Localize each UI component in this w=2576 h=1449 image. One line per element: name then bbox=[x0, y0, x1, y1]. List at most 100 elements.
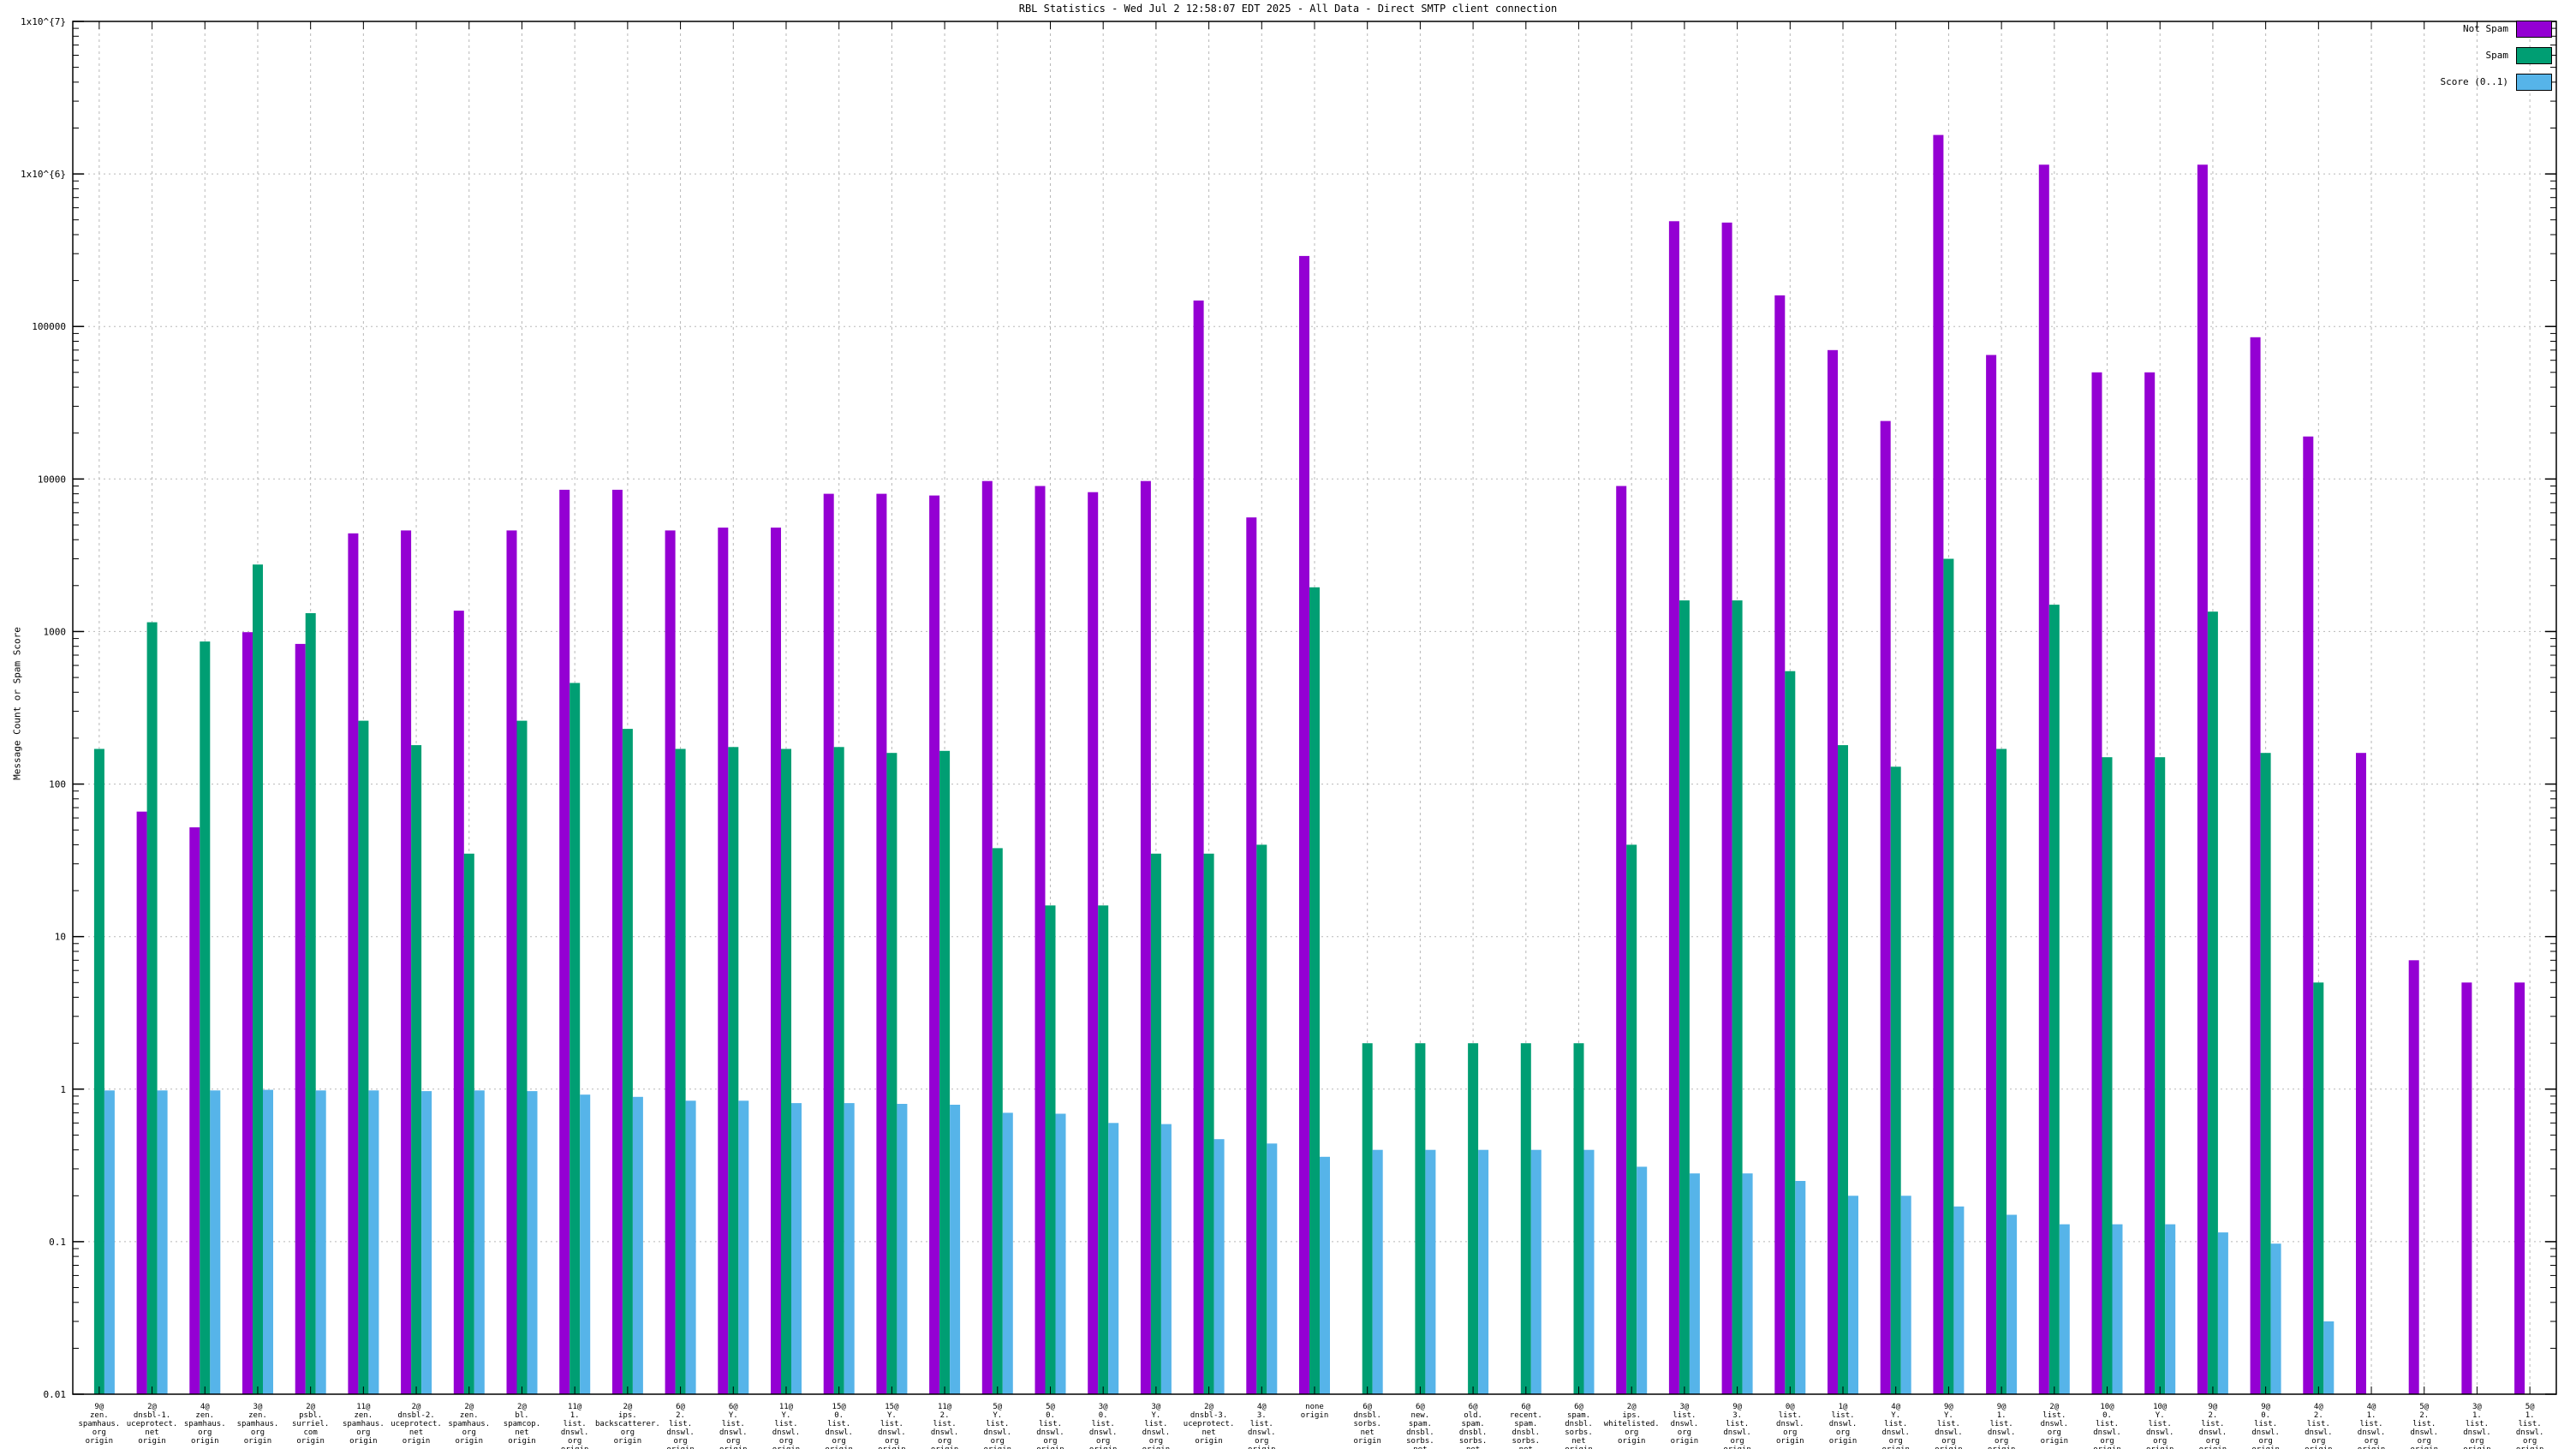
x-tick-label: dnswl. bbox=[666, 1428, 695, 1437]
x-tick-label: origin bbox=[2516, 1446, 2544, 1449]
x-tick-label: dnswl. bbox=[1723, 1428, 1751, 1437]
bar-not-spam bbox=[1774, 295, 1785, 1394]
x-tick-label: spamhaus. bbox=[343, 1420, 385, 1428]
x-tick-label: 11@ bbox=[356, 1403, 371, 1411]
x-tick-label: origin bbox=[772, 1446, 801, 1449]
x-tick-label: zen. bbox=[248, 1411, 267, 1420]
x-tick-label: dnswl. bbox=[1776, 1420, 1804, 1428]
x-tick-label: org bbox=[1995, 1437, 2008, 1446]
x-tick-label: list. bbox=[880, 1420, 903, 1428]
bar-score bbox=[2323, 1321, 2334, 1394]
x-tick-label: dnsbl-2. bbox=[397, 1411, 434, 1420]
x-tick-label: list. bbox=[1673, 1411, 1696, 1420]
legend-item-not-spam: Not Spam bbox=[2441, 21, 2552, 37]
legend-item-score: Score (0..1) bbox=[2441, 74, 2552, 90]
bar-spam bbox=[1732, 600, 1743, 1394]
bar-score bbox=[1795, 1181, 1805, 1394]
x-tick-label: 6@ bbox=[1416, 1403, 1425, 1411]
x-tick-label: Y. bbox=[1944, 1411, 1953, 1420]
x-tick-label: net bbox=[145, 1428, 158, 1437]
y-tick-label: 1x10^{6} bbox=[21, 169, 66, 180]
x-tick-label: 2. bbox=[2209, 1411, 2218, 1420]
x-tick-label: list. bbox=[2201, 1420, 2224, 1428]
bar-not-spam bbox=[2409, 960, 2419, 1394]
bar-score bbox=[1320, 1157, 1330, 1394]
x-tick-label: whitelisted. bbox=[1604, 1420, 1660, 1428]
x-tick-label: dnswl. bbox=[2463, 1428, 2491, 1437]
x-tick-label: origin bbox=[1881, 1446, 1910, 1449]
bar-score bbox=[210, 1090, 220, 1394]
x-tick-label: ips. bbox=[1622, 1411, 1641, 1420]
x-tick-label: 2. bbox=[676, 1411, 685, 1420]
y-tick-label: 100000 bbox=[32, 321, 66, 332]
bar-score bbox=[1267, 1143, 1277, 1394]
x-tick-label: org bbox=[1096, 1437, 1110, 1446]
x-tick-label: 6@ bbox=[1521, 1403, 1530, 1411]
x-tick-label: org bbox=[1625, 1428, 1638, 1437]
x-tick-label: surriel. bbox=[292, 1420, 329, 1428]
x-tick-label: 3@ bbox=[1099, 1403, 1108, 1411]
bar-score bbox=[791, 1103, 802, 1394]
bar-score bbox=[844, 1103, 855, 1394]
x-tick-label: origin bbox=[1723, 1446, 1751, 1449]
bar-spam bbox=[2155, 757, 2165, 1394]
x-tick-label: dnswl. bbox=[2041, 1420, 2069, 1428]
x-tick-label: dnsbl. bbox=[1512, 1428, 1541, 1437]
x-tick-label: 6@ bbox=[1363, 1403, 1372, 1411]
bar-score bbox=[104, 1090, 115, 1394]
bar-spam bbox=[1785, 671, 1795, 1394]
bar-score bbox=[738, 1100, 748, 1394]
bar-not-spam bbox=[348, 534, 358, 1394]
x-tick-label: spamhaus. bbox=[184, 1420, 226, 1428]
bar-score bbox=[2007, 1215, 2017, 1395]
bar-score bbox=[2218, 1232, 2228, 1394]
x-tick-label: origin bbox=[2463, 1446, 2491, 1449]
x-tick-label: 11@ bbox=[938, 1403, 952, 1411]
x-tick-label: origin bbox=[191, 1437, 219, 1446]
x-tick-label: 6@ bbox=[729, 1403, 738, 1411]
x-tick-label: list. bbox=[669, 1420, 692, 1428]
bar-spam bbox=[306, 613, 316, 1394]
bar-spam bbox=[781, 749, 791, 1395]
x-tick-label: dnsbl. bbox=[1565, 1420, 1593, 1428]
bar-not-spam bbox=[2461, 982, 2472, 1394]
bar-spam bbox=[1151, 854, 1161, 1394]
x-tick-label: 4@ bbox=[2367, 1403, 2376, 1411]
x-tick-label: org bbox=[1889, 1437, 1903, 1446]
x-tick-label: origin bbox=[1618, 1437, 1646, 1446]
x-tick-label: origin bbox=[666, 1446, 695, 1449]
x-tick-label: net bbox=[1361, 1428, 1374, 1437]
x-tick-label: origin bbox=[561, 1446, 589, 1449]
x-tick-label: list. bbox=[1144, 1420, 1167, 1428]
x-tick-label: list. bbox=[1884, 1420, 1907, 1428]
x-tick-label: com bbox=[304, 1428, 318, 1437]
y-tick-label: 0.1 bbox=[49, 1237, 66, 1248]
x-tick-label: 0. bbox=[834, 1411, 844, 1420]
bar-score bbox=[263, 1090, 273, 1394]
x-tick-label: 3@ bbox=[1679, 1403, 1689, 1411]
bar-spam bbox=[1574, 1043, 1584, 1394]
bar-score bbox=[1056, 1114, 1066, 1395]
x-tick-label: 2@ bbox=[1627, 1403, 1637, 1411]
bar-score bbox=[1584, 1150, 1595, 1394]
y-tick-label: 100 bbox=[49, 779, 66, 790]
x-tick-label: psbl. bbox=[299, 1411, 322, 1420]
bar-spam bbox=[2049, 605, 2060, 1394]
x-tick-label: sorbs. bbox=[1459, 1437, 1488, 1446]
x-tick-label: sorbs. bbox=[1353, 1420, 1381, 1428]
x-tick-label: org bbox=[2523, 1437, 2537, 1446]
x-tick-label: list. bbox=[2096, 1420, 2119, 1428]
x-tick-label: org bbox=[779, 1437, 793, 1446]
bar-not-spam bbox=[2356, 753, 2366, 1394]
x-tick-label: list. bbox=[722, 1420, 745, 1428]
bar-not-spam bbox=[559, 490, 569, 1394]
x-tick-label: zen. bbox=[195, 1411, 214, 1420]
x-tick-label: dnswl. bbox=[1829, 1420, 1857, 1428]
x-tick-label: 5@ bbox=[2419, 1403, 2429, 1411]
x-tick-label: origin bbox=[1988, 1446, 2016, 1449]
bar-score bbox=[580, 1094, 590, 1394]
x-tick-label: 2@ bbox=[306, 1403, 315, 1411]
x-tick-label: 2@ bbox=[1204, 1403, 1213, 1411]
x-tick-label: org bbox=[832, 1437, 846, 1446]
bar-spam bbox=[1679, 600, 1690, 1394]
